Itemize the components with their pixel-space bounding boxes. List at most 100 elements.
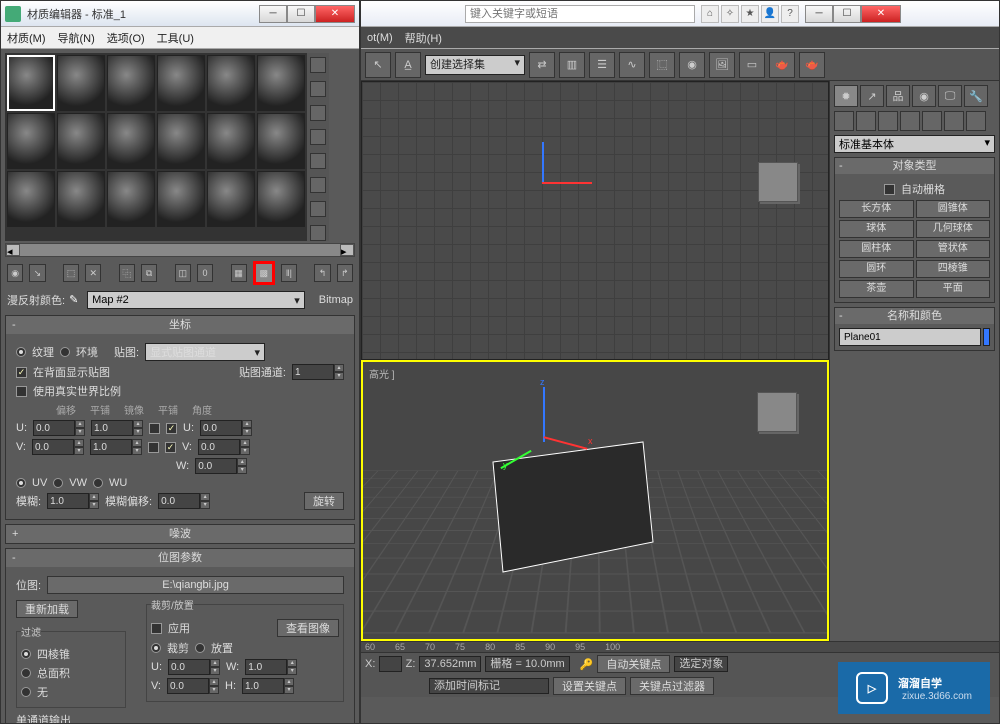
- material-slot[interactable]: [157, 55, 205, 111]
- place-radio[interactable]: [195, 643, 205, 653]
- viewport-top[interactable]: [361, 81, 829, 360]
- u-tile-spinner[interactable]: ▴▾: [91, 420, 143, 436]
- u-angle-spinner[interactable]: ▴▾: [200, 420, 252, 436]
- crop-radio[interactable]: [151, 643, 161, 653]
- material-slot[interactable]: [107, 55, 155, 111]
- material-map-icon[interactable]: [310, 225, 326, 241]
- star-icon[interactable]: ★: [741, 5, 759, 23]
- backface-checkbox[interactable]: ✓: [16, 367, 27, 378]
- menu-material[interactable]: 材质(M): [7, 30, 46, 46]
- show-viewport-icon[interactable]: ▦: [231, 264, 247, 282]
- maximize-button[interactable]: ☐: [833, 5, 861, 23]
- show-map-viewport-icon[interactable]: ▩: [253, 261, 275, 285]
- utilities-tab[interactable]: 🔧: [964, 85, 988, 107]
- teapot-button[interactable]: 茶壶: [839, 280, 914, 298]
- plane-object[interactable]: [443, 402, 663, 602]
- object-name-input[interactable]: [839, 328, 981, 346]
- menu-options[interactable]: 选项(O): [107, 30, 145, 46]
- user-icon[interactable]: 👤: [761, 5, 779, 23]
- torus-button[interactable]: 圆环: [839, 260, 914, 278]
- crop-h-spinner[interactable]: ▴▾: [242, 678, 294, 694]
- material-slot[interactable]: [257, 55, 305, 111]
- assign-icon[interactable]: ⬚: [63, 264, 79, 282]
- menu-help[interactable]: 帮助(H): [405, 30, 442, 46]
- w-angle-spinner[interactable]: ▴▾: [195, 458, 247, 474]
- material-id-icon[interactable]: 0: [197, 264, 213, 282]
- slot-scrollbar[interactable]: ◂▸: [5, 243, 355, 257]
- view-image-button[interactable]: 查看图像: [277, 619, 339, 637]
- minimize-button[interactable]: ─: [805, 5, 833, 23]
- options-icon[interactable]: [310, 201, 326, 217]
- texture-radio[interactable]: [16, 347, 26, 357]
- material-slot[interactable]: [257, 171, 305, 227]
- menu-maxscript[interactable]: ot(M): [367, 32, 393, 44]
- material-slot[interactable]: [257, 113, 305, 169]
- blur-offset-spinner[interactable]: ▴▾: [158, 493, 210, 509]
- map-mode-dropdown[interactable]: 显式贴图通道: [145, 343, 265, 361]
- autokey-button[interactable]: 自动关键点: [597, 655, 670, 673]
- pyramid-button[interactable]: 四棱锥: [916, 260, 991, 278]
- layer-icon[interactable]: ☰: [589, 52, 615, 78]
- material-slot[interactable]: [157, 113, 205, 169]
- material-slot[interactable]: [107, 171, 155, 227]
- selected-object[interactable]: 选定对象: [674, 656, 728, 672]
- x-coord-field[interactable]: [379, 656, 401, 672]
- cylinder-button[interactable]: 圆柱体: [839, 240, 914, 258]
- apply-checkbox[interactable]: [151, 623, 162, 634]
- minimize-button[interactable]: ─: [259, 5, 287, 23]
- hierarchy-tab[interactable]: 品: [886, 85, 910, 107]
- keyfilter-button[interactable]: 关键点过滤器: [630, 677, 714, 695]
- spacewarps-icon[interactable]: [944, 111, 964, 131]
- eyedropper-icon[interactable]: ✎: [69, 293, 83, 307]
- wu-radio[interactable]: [93, 478, 103, 488]
- copy-icon[interactable]: ⿻: [119, 264, 135, 282]
- systems-icon[interactable]: [966, 111, 986, 131]
- rollout-header[interactable]: +噪波: [6, 525, 354, 543]
- reset-icon[interactable]: ✕: [85, 264, 101, 282]
- search-input[interactable]: [465, 5, 695, 23]
- viewcube[interactable]: [757, 392, 797, 432]
- go-parent-icon[interactable]: ↰: [314, 264, 330, 282]
- selection-set-dropdown[interactable]: 创建选择集: [425, 55, 525, 75]
- create-tab[interactable]: ✹: [834, 85, 858, 107]
- cone-button[interactable]: 圆锥体: [916, 200, 991, 218]
- mat-titlebar[interactable]: 材质编辑器 - 标准_1 ─ ☐ ✕: [1, 1, 359, 27]
- uv-radio[interactable]: [16, 478, 26, 488]
- summed-radio[interactable]: [21, 668, 31, 678]
- go-forward-icon[interactable]: ↱: [337, 264, 353, 282]
- viewcube[interactable]: [758, 162, 798, 202]
- box-button[interactable]: 长方体: [839, 200, 914, 218]
- curve-icon[interactable]: ∿: [619, 52, 645, 78]
- mirror-icon[interactable]: ⇄: [529, 52, 555, 78]
- material-icon[interactable]: ◉: [679, 52, 705, 78]
- help-icon[interactable]: ✧: [721, 5, 739, 23]
- map-type-label[interactable]: Bitmap: [319, 294, 353, 306]
- crop-w-spinner[interactable]: ▴▾: [245, 659, 297, 675]
- material-slot[interactable]: [57, 55, 105, 111]
- video-check-icon[interactable]: [310, 153, 326, 169]
- v-angle-spinner[interactable]: ▴▾: [198, 439, 250, 455]
- u-offset-spinner[interactable]: ▴▾: [33, 420, 85, 436]
- helpers-icon[interactable]: [922, 111, 942, 131]
- material-slot[interactable]: [7, 55, 55, 111]
- material-slot[interactable]: [157, 171, 205, 227]
- backlight-icon[interactable]: [310, 81, 326, 97]
- blur-spinner[interactable]: ▴▾: [47, 493, 99, 509]
- cameras-icon[interactable]: [900, 111, 920, 131]
- schematic-icon[interactable]: ⿺: [649, 52, 675, 78]
- category-dropdown[interactable]: 标准基本体: [834, 135, 995, 153]
- v-mirror-checkbox[interactable]: [148, 442, 159, 453]
- v-offset-spinner[interactable]: ▴▾: [32, 439, 84, 455]
- material-slot[interactable]: [207, 171, 255, 227]
- tube-button[interactable]: 管状体: [916, 240, 991, 258]
- map-channel-spinner[interactable]: ▴▾: [292, 364, 344, 380]
- display-tab[interactable]: 🖵: [938, 85, 962, 107]
- menu-navigate[interactable]: 导航(N): [58, 30, 95, 46]
- render-setup-icon[interactable]: 🖼: [709, 52, 735, 78]
- modify-tab[interactable]: ↗: [860, 85, 884, 107]
- rollout-header[interactable]: -位图参数: [6, 549, 354, 567]
- none-radio[interactable]: [21, 687, 31, 697]
- unique-icon[interactable]: ⧉: [141, 264, 157, 282]
- timeline[interactable]: 60 65 70 75 80 85 90 95 100: [361, 642, 999, 653]
- rollout-header[interactable]: -名称和颜色: [835, 308, 994, 324]
